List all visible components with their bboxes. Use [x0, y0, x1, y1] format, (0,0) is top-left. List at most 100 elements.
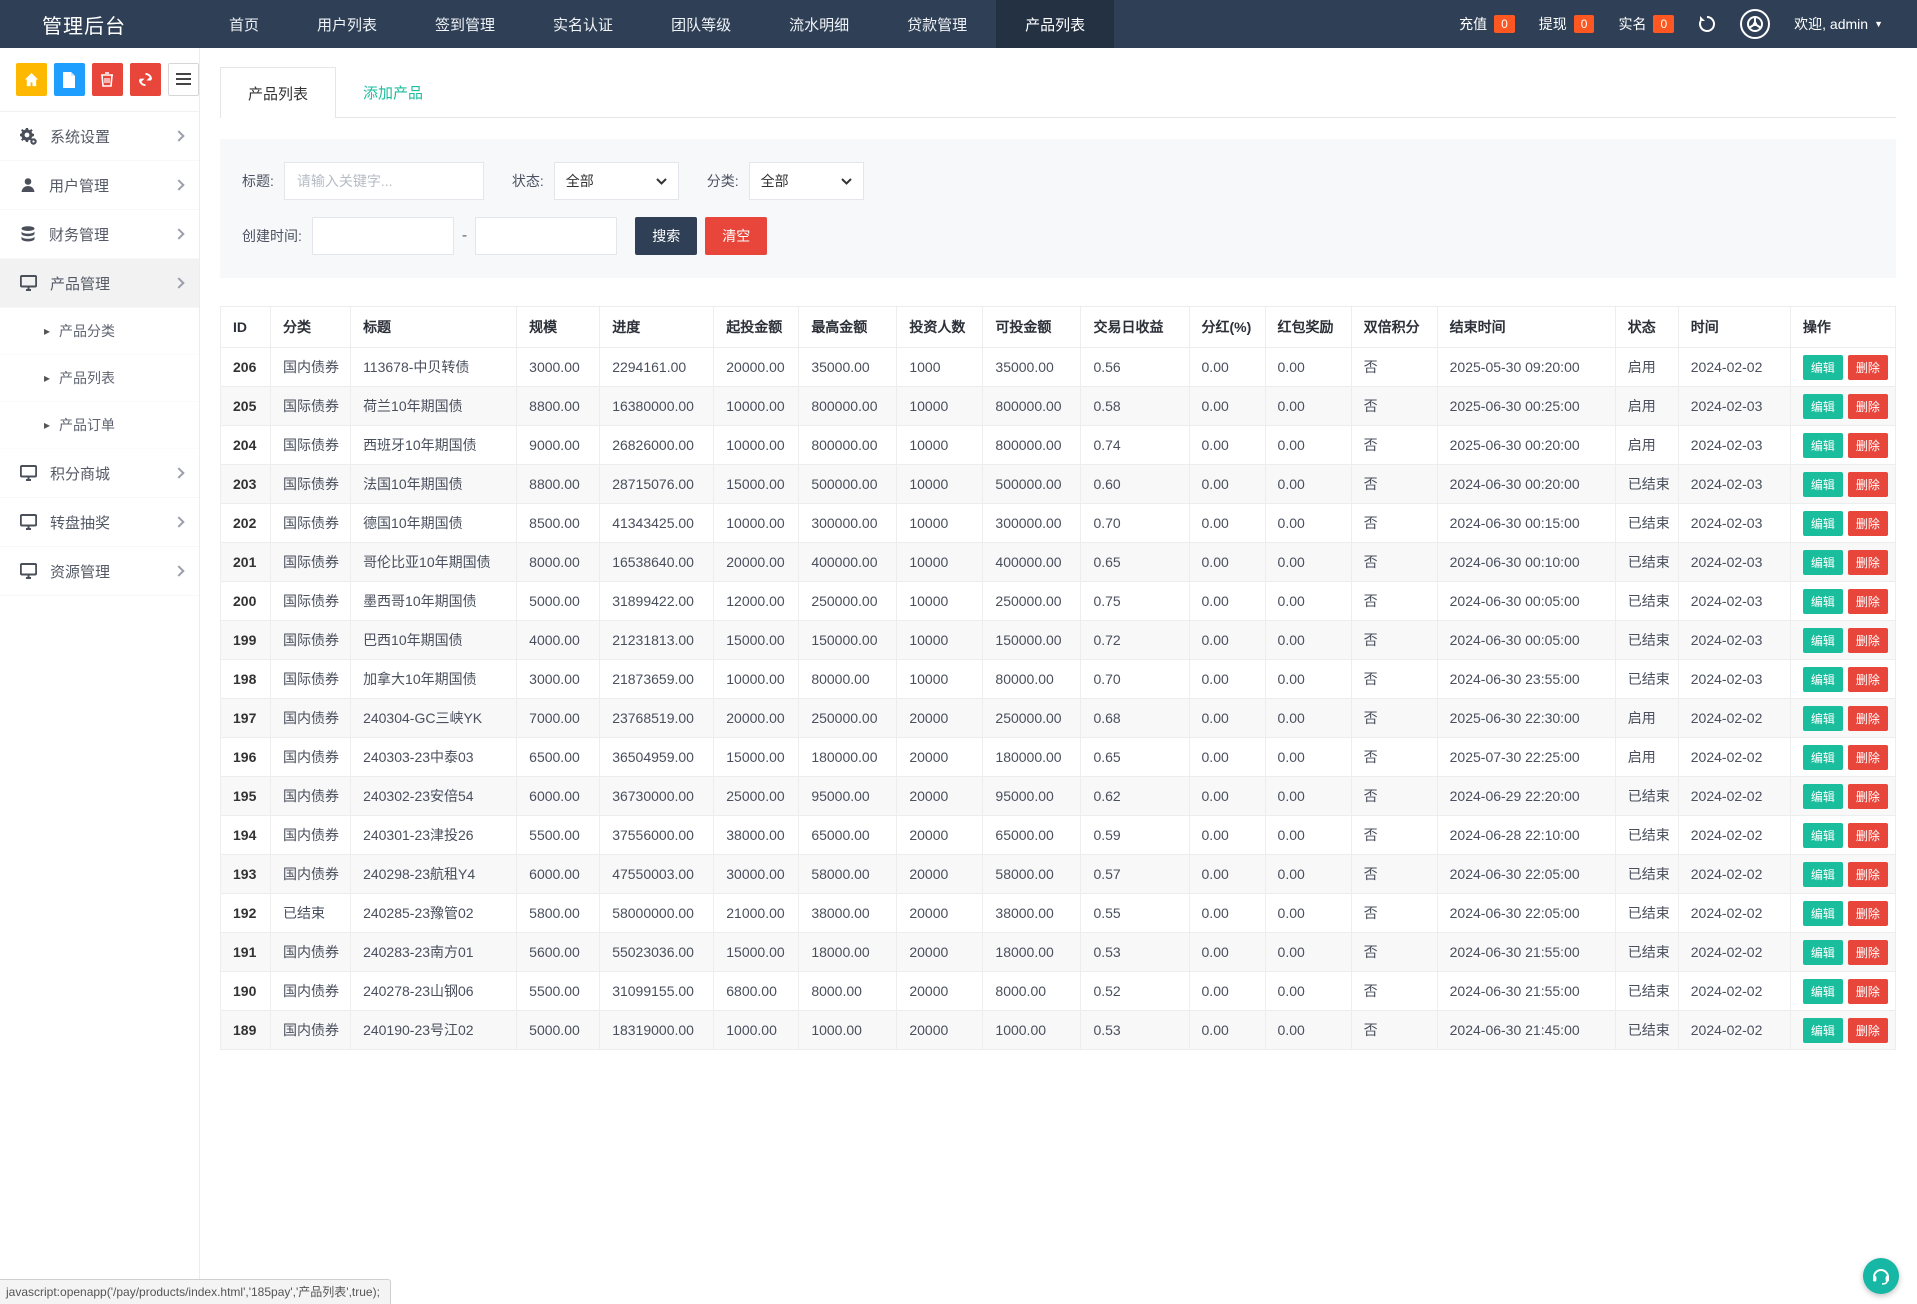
table-cell: 10000	[897, 621, 983, 660]
nav-item-home[interactable]: 首页	[200, 0, 288, 48]
edit-button[interactable]: 编辑	[1803, 667, 1843, 692]
delete-button[interactable]: 删除	[1848, 433, 1888, 458]
delete-button[interactable]: 删除	[1848, 745, 1888, 770]
edit-button[interactable]: 编辑	[1803, 589, 1843, 614]
edit-button[interactable]: 编辑	[1803, 355, 1843, 380]
edit-button[interactable]: 编辑	[1803, 979, 1843, 1004]
table-cell: 240301-23津投26	[351, 816, 517, 855]
delete-button[interactable]: 删除	[1848, 979, 1888, 1004]
delete-button[interactable]: 删除	[1848, 550, 1888, 575]
category-select-value: 全部	[761, 171, 789, 191]
edit-button[interactable]: 编辑	[1803, 472, 1843, 497]
edit-button[interactable]: 编辑	[1803, 745, 1843, 770]
nav-item-flow-detail[interactable]: 流水明细	[760, 0, 878, 48]
delete-button[interactable]: 删除	[1848, 667, 1888, 692]
title-search-input[interactable]	[284, 162, 484, 200]
delete-button[interactable]: 删除	[1848, 823, 1888, 848]
table-cell: 31899422.00	[600, 582, 714, 621]
table-cell: 41343425.00	[600, 504, 714, 543]
edit-button[interactable]: 编辑	[1803, 901, 1843, 926]
clear-button[interactable]: 清空	[705, 217, 767, 255]
edit-button[interactable]: 编辑	[1803, 433, 1843, 458]
sidebar-item-system-settings[interactable]: 系统设置	[0, 112, 199, 161]
trash-button[interactable]	[92, 63, 123, 96]
delete-button[interactable]: 删除	[1848, 1018, 1888, 1043]
edit-button[interactable]: 编辑	[1803, 511, 1843, 536]
delete-button[interactable]: 删除	[1848, 784, 1888, 809]
nav-item-checkin[interactable]: 签到管理	[406, 0, 524, 48]
table-cell: 否	[1351, 894, 1437, 933]
search-button[interactable]: 搜索	[635, 217, 697, 255]
nav-item-user-list[interactable]: 用户列表	[288, 0, 406, 48]
edit-button[interactable]: 编辑	[1803, 550, 1843, 575]
delete-button[interactable]: 删除	[1848, 706, 1888, 731]
created-end-input[interactable]	[475, 217, 617, 255]
nav-item-product-list[interactable]: 产品列表	[996, 0, 1114, 48]
table-cell: 2024-06-30 00:05:00	[1437, 582, 1615, 621]
sidebar-item-points-mall[interactable]: 积分商城	[0, 449, 199, 498]
nav-item-realname[interactable]: 实名认证	[524, 0, 642, 48]
tab-add-product[interactable]: 添加产品	[336, 67, 450, 117]
avatar[interactable]	[1740, 9, 1770, 39]
sidebar-item-product-management[interactable]: 产品管理	[0, 259, 199, 308]
list-button[interactable]	[168, 63, 199, 96]
edit-button[interactable]: 编辑	[1803, 1018, 1843, 1043]
delete-button[interactable]: 删除	[1848, 394, 1888, 419]
table-cell: 国内债券	[271, 348, 351, 387]
table-cell: 国际债券	[271, 387, 351, 426]
delete-button[interactable]: 删除	[1848, 355, 1888, 380]
withdraw-badge-group[interactable]: 提现 0	[1539, 14, 1595, 34]
delete-button[interactable]: 删除	[1848, 511, 1888, 536]
delete-button[interactable]: 删除	[1848, 940, 1888, 965]
edit-button[interactable]: 编辑	[1803, 394, 1843, 419]
edit-button[interactable]: 编辑	[1803, 784, 1843, 809]
edit-button[interactable]: 编辑	[1803, 862, 1843, 887]
status-select[interactable]: 全部	[554, 162, 679, 200]
table-cell: 0.57	[1081, 855, 1189, 894]
delete-button[interactable]: 删除	[1848, 589, 1888, 614]
monitor-icon	[20, 275, 37, 291]
refresh-icon[interactable]	[1698, 15, 1716, 33]
edit-button[interactable]: 编辑	[1803, 628, 1843, 653]
delete-button[interactable]: 删除	[1848, 628, 1888, 653]
table-cell: 15000.00	[714, 465, 799, 504]
recharge-badge-group[interactable]: 充值 0	[1459, 14, 1515, 34]
created-start-input[interactable]	[312, 217, 454, 255]
nav-item-team-level[interactable]: 团队等级	[642, 0, 760, 48]
table-cell: 0.70	[1081, 504, 1189, 543]
table-cell: 0.00	[1189, 426, 1265, 465]
table-header-row: ID分类标题规模进度起投金额最高金额投资人数可投金额交易日收益分红(%)红包奖励…	[221, 307, 1896, 348]
welcome-menu[interactable]: 欢迎, admin ▼	[1794, 14, 1883, 34]
column-header: 交易日收益	[1081, 307, 1189, 348]
sidebar-subitem-product-list[interactable]: ▸ 产品列表	[0, 355, 199, 402]
delete-button[interactable]: 删除	[1848, 901, 1888, 926]
realname-badge-group[interactable]: 实名 0	[1618, 14, 1674, 34]
delete-button[interactable]: 删除	[1848, 862, 1888, 887]
table-cell: 36730000.00	[600, 777, 714, 816]
delete-button[interactable]: 删除	[1848, 472, 1888, 497]
home-button[interactable]	[16, 63, 47, 96]
table-cell: 10000	[897, 504, 983, 543]
nav-item-loan[interactable]: 贷款管理	[878, 0, 996, 48]
table-cell: 荷兰10年期国债	[351, 387, 517, 426]
category-select[interactable]: 全部	[749, 162, 864, 200]
sidebar-item-finance-management[interactable]: 财务管理	[0, 210, 199, 259]
sidebar-subitem-product-category[interactable]: ▸ 产品分类	[0, 308, 199, 355]
edit-button[interactable]: 编辑	[1803, 706, 1843, 731]
file-button[interactable]	[54, 63, 85, 96]
sidebar-item-lucky-wheel[interactable]: 转盘抽奖	[0, 498, 199, 547]
sidebar-item-user-management[interactable]: 用户管理	[0, 161, 199, 210]
edit-button[interactable]: 编辑	[1803, 823, 1843, 848]
table-cell: 7000.00	[517, 699, 600, 738]
recycle-button[interactable]	[130, 63, 161, 96]
table-cell: 250000.00	[799, 699, 897, 738]
sidebar-item-resource-management[interactable]: 资源管理	[0, 547, 199, 596]
tab-product-list[interactable]: 产品列表	[220, 67, 336, 118]
table-row: 189国内债券240190-23号江025000.0018319000.0010…	[221, 1011, 1896, 1050]
sidebar-subitem-product-orders[interactable]: ▸ 产品订单	[0, 402, 199, 449]
actions-cell: 编辑删除	[1790, 855, 1895, 894]
edit-button[interactable]: 编辑	[1803, 940, 1843, 965]
table-cell: 2024-06-30 00:15:00	[1437, 504, 1615, 543]
table-cell: 西班牙10年期国债	[351, 426, 517, 465]
customer-service-fab[interactable]	[1863, 1258, 1899, 1294]
